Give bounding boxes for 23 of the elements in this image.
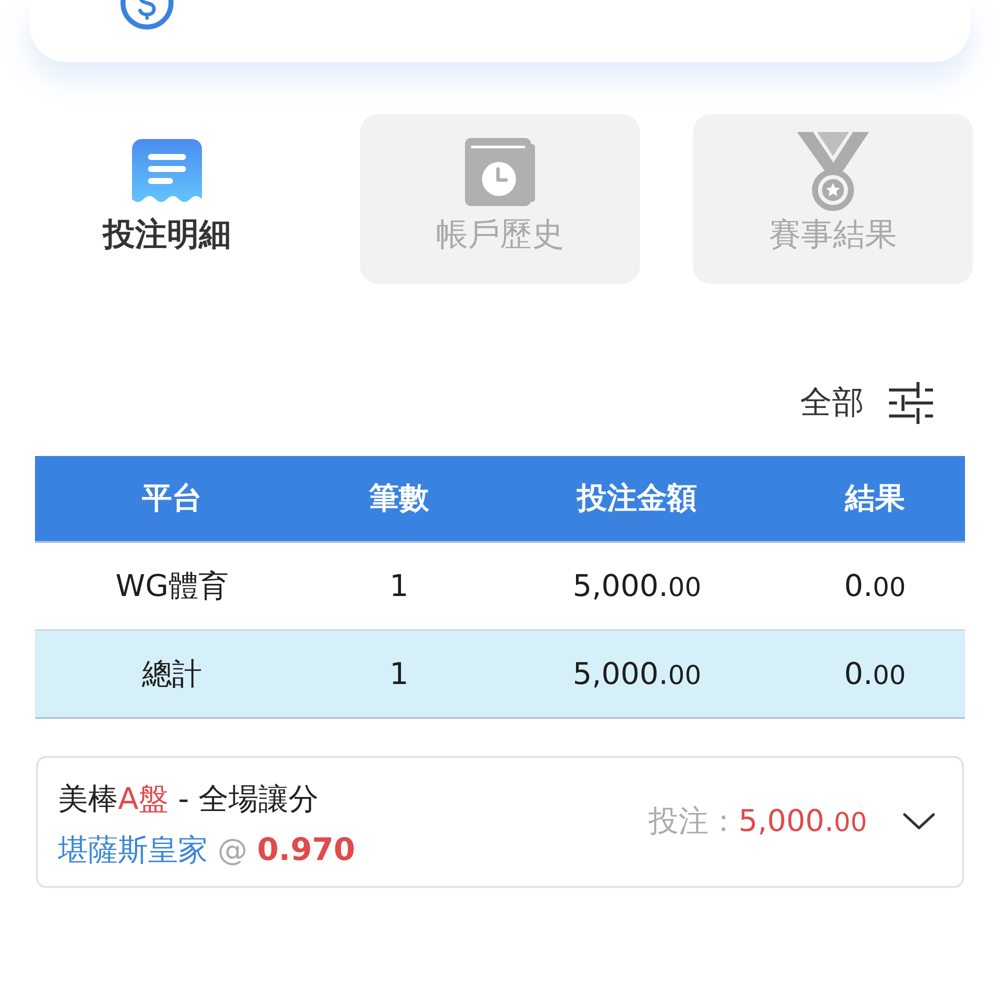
table-cell-text: 總計 xyxy=(142,656,202,694)
clock-book-icon xyxy=(465,138,535,206)
filter-button[interactable]: 全部 xyxy=(800,381,934,425)
tab[interactable]: 投注明細 xyxy=(27,114,307,284)
table-cell: 5,000.00 xyxy=(572,568,702,604)
chevron-icon[interactable] xyxy=(903,812,935,830)
medal-icon xyxy=(797,132,869,212)
table-cell: 1 xyxy=(389,656,409,692)
column-header: 平台 xyxy=(142,480,202,518)
bet-title: 美棒A盤 - 全場讓分 xyxy=(58,780,320,818)
table-cell: 5,000.00 xyxy=(572,656,702,692)
receipt-icon xyxy=(132,139,202,205)
dollar-icon xyxy=(120,0,174,30)
column-header: 筆數 xyxy=(369,480,429,518)
table-cell: 0.00 xyxy=(844,568,906,604)
table-cell: 0.00 xyxy=(844,656,906,692)
filter-icon[interactable] xyxy=(888,382,934,424)
stake-text: 投注：5,000.00 xyxy=(648,802,867,840)
bet-selection: 堪薩斯皇家 @ 0.970 xyxy=(58,830,356,870)
table-cell-text: WG體育 xyxy=(116,568,228,606)
table-cell: 1 xyxy=(389,568,409,604)
column-header: 投注金額 xyxy=(577,480,697,518)
column-header: 結果 xyxy=(845,480,905,518)
